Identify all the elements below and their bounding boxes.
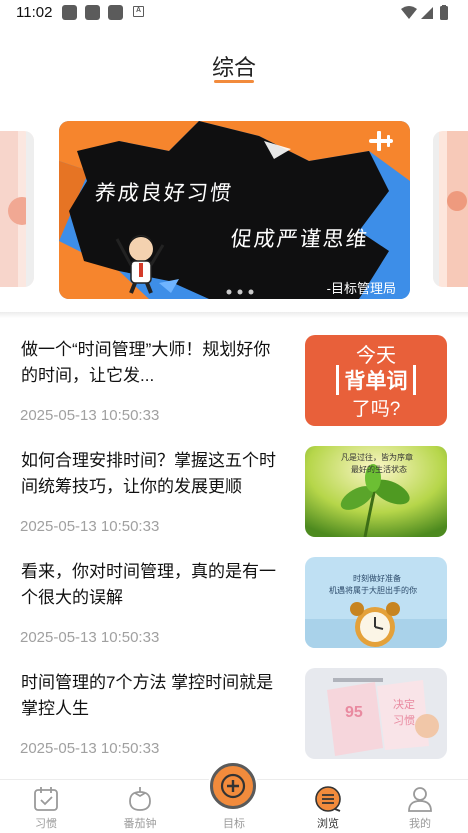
article-title: 看来，你对时间管理，真的是有一个很大的误解 xyxy=(21,562,276,607)
nav-label: 浏览 xyxy=(317,818,339,830)
thumb-text-1: 今天 xyxy=(356,345,396,367)
banner-slide[interactable]: 养成良好习惯 促成严谨思维 -目标管理局 xyxy=(59,121,410,299)
screen: 11:02 A 综合 养成良好习惯 促成严谨思维 -目标管理局 做一个“时间管理… xyxy=(0,0,468,833)
tomato-icon xyxy=(129,787,151,811)
banner-prev-slide[interactable] xyxy=(0,131,34,287)
article-date: 2025-05-13 10:50:33 xyxy=(20,740,160,757)
status-bar: 11:02 A xyxy=(0,0,468,26)
thumb-text-2: 决定 xyxy=(393,699,415,711)
calendar-check-icon xyxy=(34,787,58,811)
nav-mine[interactable]: 我的 xyxy=(380,780,460,833)
banner-next-slide[interactable] xyxy=(433,131,468,287)
article-date: 2025-05-13 10:50:33 xyxy=(20,518,160,535)
nav-label: 习惯 xyxy=(35,818,57,830)
section-divider xyxy=(0,312,468,318)
signal-icon xyxy=(421,7,433,19)
plus-icon xyxy=(220,773,246,799)
article-thumbnail: 今天 背单词 了吗? xyxy=(305,335,447,426)
thumb-text-1: 95 xyxy=(345,704,363,721)
banner-headline-1: 养成良好习惯 xyxy=(93,181,235,205)
article-title: 时间管理的7个方法 掌控时间就是掌控人生 xyxy=(21,673,274,718)
article-thumbnail: 时刻做好准备 机遇将属于大胆出手的你 xyxy=(305,557,447,648)
article-item[interactable]: 看来，你对时间管理，真的是有一个很大的误解 2025-05-13 10:50:3… xyxy=(0,557,468,670)
nav-label: 我的 xyxy=(409,818,431,830)
title-underline xyxy=(214,80,254,83)
user-icon xyxy=(408,787,432,812)
nav-label: 目标 xyxy=(223,818,245,830)
article-date: 2025-05-13 10:50:33 xyxy=(20,629,160,646)
article-thumbnail: 95 决定 习惯 xyxy=(305,668,447,759)
banner-headline-2: 促成严谨思维 xyxy=(229,227,371,251)
system-icons xyxy=(401,5,448,20)
article-item[interactable]: 做一个“时间管理”大师！规划好你的时间，让它发... 2025-05-13 10… xyxy=(0,335,468,448)
thumb-text-2: 背单词 xyxy=(336,365,416,395)
status-time: 11:02 xyxy=(16,4,53,21)
article-thumbnail: 凡是过往，皆为序章 最好的生活状态 xyxy=(305,446,447,537)
banner-artwork xyxy=(59,121,410,299)
notification-icon xyxy=(62,5,77,20)
carousel-indicator xyxy=(226,289,254,295)
add-goal-button[interactable] xyxy=(210,763,256,809)
nav-label: 番茄钟 xyxy=(123,818,157,830)
notification-icon xyxy=(108,5,123,20)
article-title: 做一个“时间管理”大师！规划好你的时间，让它发... xyxy=(21,340,271,385)
nav-habit[interactable]: 习惯 xyxy=(6,780,86,833)
thumb-text-2: 最好的生活状态 xyxy=(351,465,407,474)
nav-browse[interactable]: 浏览 xyxy=(288,780,368,833)
nav-pomodoro[interactable]: 番茄钟 xyxy=(100,780,180,833)
thumb-text-3: 习惯 xyxy=(393,715,415,727)
banner-brand: -目标管理局 xyxy=(326,281,396,296)
article-date: 2025-05-13 10:50:33 xyxy=(20,407,160,424)
thumb-text-1: 凡是过往，皆为序章 xyxy=(341,453,413,462)
browse-icon xyxy=(315,786,341,812)
indicator-icon: A xyxy=(133,6,144,17)
thumb-text-2: 机遇将属于大胆出手的你 xyxy=(329,586,417,595)
notification-icon xyxy=(85,5,100,20)
article-item[interactable]: 如何合理安排时间？掌握这五个时间统筹技巧，让你的发展更顺 2025-05-13 … xyxy=(0,446,468,559)
wifi-icon xyxy=(401,6,417,19)
article-title: 如何合理安排时间？掌握这五个时间统筹技巧，让你的发展更顺 xyxy=(21,451,276,496)
page-title: 综合 xyxy=(211,55,256,80)
battery-icon xyxy=(440,6,448,20)
thumb-text-3: 了吗? xyxy=(351,399,401,420)
thumb-text-1: 时刻做好准备 xyxy=(353,574,401,583)
